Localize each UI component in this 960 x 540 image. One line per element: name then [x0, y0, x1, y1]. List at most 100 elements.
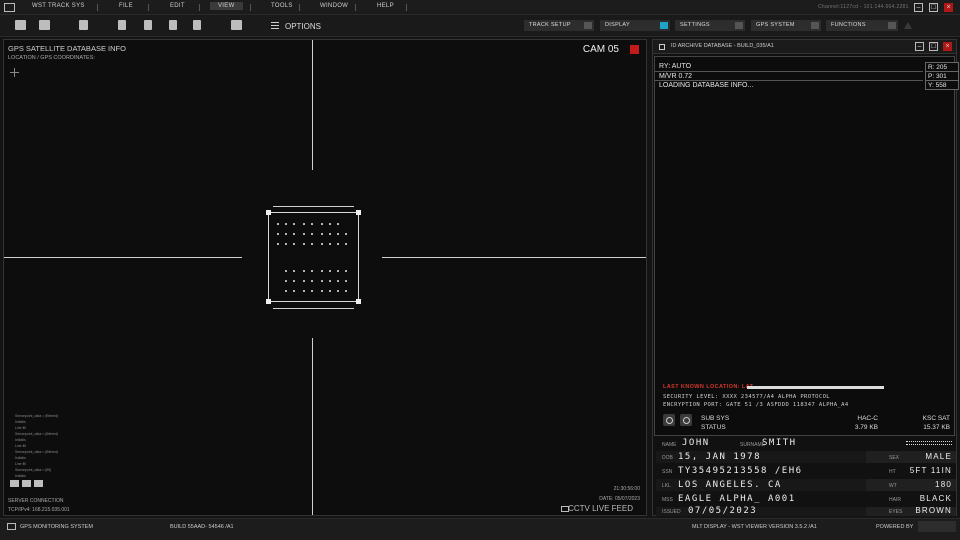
document-icon[interactable] [118, 20, 126, 30]
minimize-icon[interactable]: – [914, 3, 923, 12]
close-icon[interactable]: × [943, 42, 952, 51]
reticle-dot [303, 270, 305, 272]
sub-sys-label: SUB SYS [701, 415, 730, 422]
feed-controls [10, 480, 46, 489]
weight-label: WT [889, 483, 897, 489]
divider [655, 71, 923, 72]
folder-open-icon[interactable] [39, 20, 50, 30]
reticle-dot [321, 243, 323, 245]
mss-label: MSS [662, 497, 673, 503]
reticle-dot [345, 280, 347, 282]
reticle-dot [311, 223, 313, 225]
track-setup-dropdown[interactable]: TRACK SETUP [524, 20, 594, 31]
close-icon[interactable]: × [944, 3, 953, 12]
print-icon[interactable] [231, 20, 242, 30]
functions-dropdown[interactable]: FUNCTIONS [826, 20, 898, 31]
display-dropdown[interactable]: DISPLAY [600, 20, 670, 31]
target-reticle [266, 210, 361, 304]
issued-value: 07/05/2023 [688, 506, 758, 516]
reticle-corner [356, 210, 361, 215]
ksc-size: 15.37 KB [923, 424, 950, 431]
menu-window[interactable]: WINDOW [320, 3, 348, 9]
document-edit-icon[interactable] [144, 20, 152, 30]
reticle-dot [321, 280, 323, 282]
lkl-label: LKL [662, 483, 671, 489]
reticle-dot [321, 290, 323, 292]
hair-label: HAIR [889, 497, 901, 503]
reticle-dot [329, 243, 331, 245]
app-title: WST TRACK SYS [32, 3, 85, 9]
ssn-value: TY35495213558 /EH6 [678, 466, 803, 476]
reticle-dot [337, 223, 339, 225]
record-icon[interactable] [34, 480, 43, 487]
camera-label: CAM 05 [582, 44, 619, 55]
powered-by-logo [918, 521, 956, 532]
zoom-out-icon[interactable] [663, 414, 675, 426]
feed-title: GPS SATELLITE DATABASE INFO [8, 44, 126, 53]
build-label: BUILD 55AAD- 54546 /A1 [170, 524, 234, 530]
reticle-dot [303, 233, 305, 235]
gps-system-dropdown[interactable]: GPS SYSTEM [751, 20, 821, 31]
hac-size: 3.79 KB [854, 424, 878, 431]
zoom-in-icon[interactable] [680, 414, 692, 426]
reticle-dot [293, 243, 295, 245]
reticle-dot [345, 270, 347, 272]
settings-dropdown[interactable]: SETTINGS [675, 20, 745, 31]
feed-timestamp: 21:30:56:00 DATE: 05/07/2023 [599, 484, 640, 504]
person-record: NAME JOHN SURNAME SMITH DOB 15, JAN 1978… [656, 436, 956, 516]
dropdown-label: SETTINGS [680, 22, 710, 28]
menu-divider [406, 4, 407, 11]
height-label: HT [889, 469, 896, 475]
ssn-label: SSN [662, 469, 673, 475]
reticle-dot [337, 270, 339, 272]
reticle-bar-top [273, 206, 354, 207]
database-viewer: RY: AUTO M/VR 0.72 LOADING DATABASE INFO… [654, 56, 959, 436]
reticle-dot [337, 280, 339, 282]
menu-tools[interactable]: TOOLS [271, 3, 293, 9]
menu-file[interactable]: FILE [119, 3, 133, 9]
reticle-dot [329, 233, 331, 235]
record-indicator-icon[interactable] [630, 45, 639, 54]
toggle-indicator [660, 22, 668, 29]
menu-edit[interactable]: EDIT [170, 3, 185, 9]
menu-divider [355, 4, 356, 11]
reticle-dot [277, 223, 279, 225]
reticle-dot [329, 223, 331, 225]
menu-help[interactable]: HELP [377, 3, 394, 9]
reticle-dot [277, 243, 279, 245]
window-icon [659, 44, 665, 50]
log-output: Sensepoint_data = (filtered) Initialis Lin… [15, 413, 58, 479]
monitor-icon[interactable] [22, 480, 31, 487]
copy-icon[interactable] [193, 20, 201, 30]
reticle-dot [329, 280, 331, 282]
reticle-dot [337, 243, 339, 245]
dropdown-label: TRACK SETUP [529, 22, 571, 28]
reticle-dot [277, 233, 279, 235]
options-button[interactable]: OPTIONS [285, 22, 321, 31]
camera-icon[interactable] [10, 480, 19, 487]
options-menu-icon[interactable] [271, 22, 279, 29]
reticle-dot [285, 280, 287, 282]
server-ip: TCP/IPv4: 168.215.035.001 [8, 507, 70, 513]
document-text-icon[interactable] [169, 20, 177, 30]
crosshair-line-right [382, 257, 646, 258]
reticle-dot [311, 280, 313, 282]
maximize-icon[interactable]: □ [929, 42, 938, 51]
minimize-icon[interactable]: – [915, 42, 924, 51]
reticle-dot [303, 290, 305, 292]
maximize-icon[interactable]: □ [929, 3, 938, 12]
reticle-dot [285, 290, 287, 292]
dropdown-label: FUNCTIONS [831, 22, 866, 28]
new-window-icon[interactable] [15, 20, 26, 30]
barcode-icon [906, 441, 952, 445]
menu-bar: WST TRACK SYS FILE EDIT VIEW TOOLS WINDO… [0, 0, 960, 15]
menu-view[interactable]: VIEW [210, 2, 243, 10]
reticle-dot [311, 290, 313, 292]
toggle-indicator [735, 22, 743, 29]
toggle-indicator [811, 22, 819, 29]
save-icon[interactable] [79, 20, 88, 30]
reticle-dot [293, 270, 295, 272]
y-value: Y: 558 [925, 80, 959, 90]
hair-value: BLACK [919, 494, 952, 503]
ksc-info: KSC SAT 15.37 KB [910, 414, 950, 432]
